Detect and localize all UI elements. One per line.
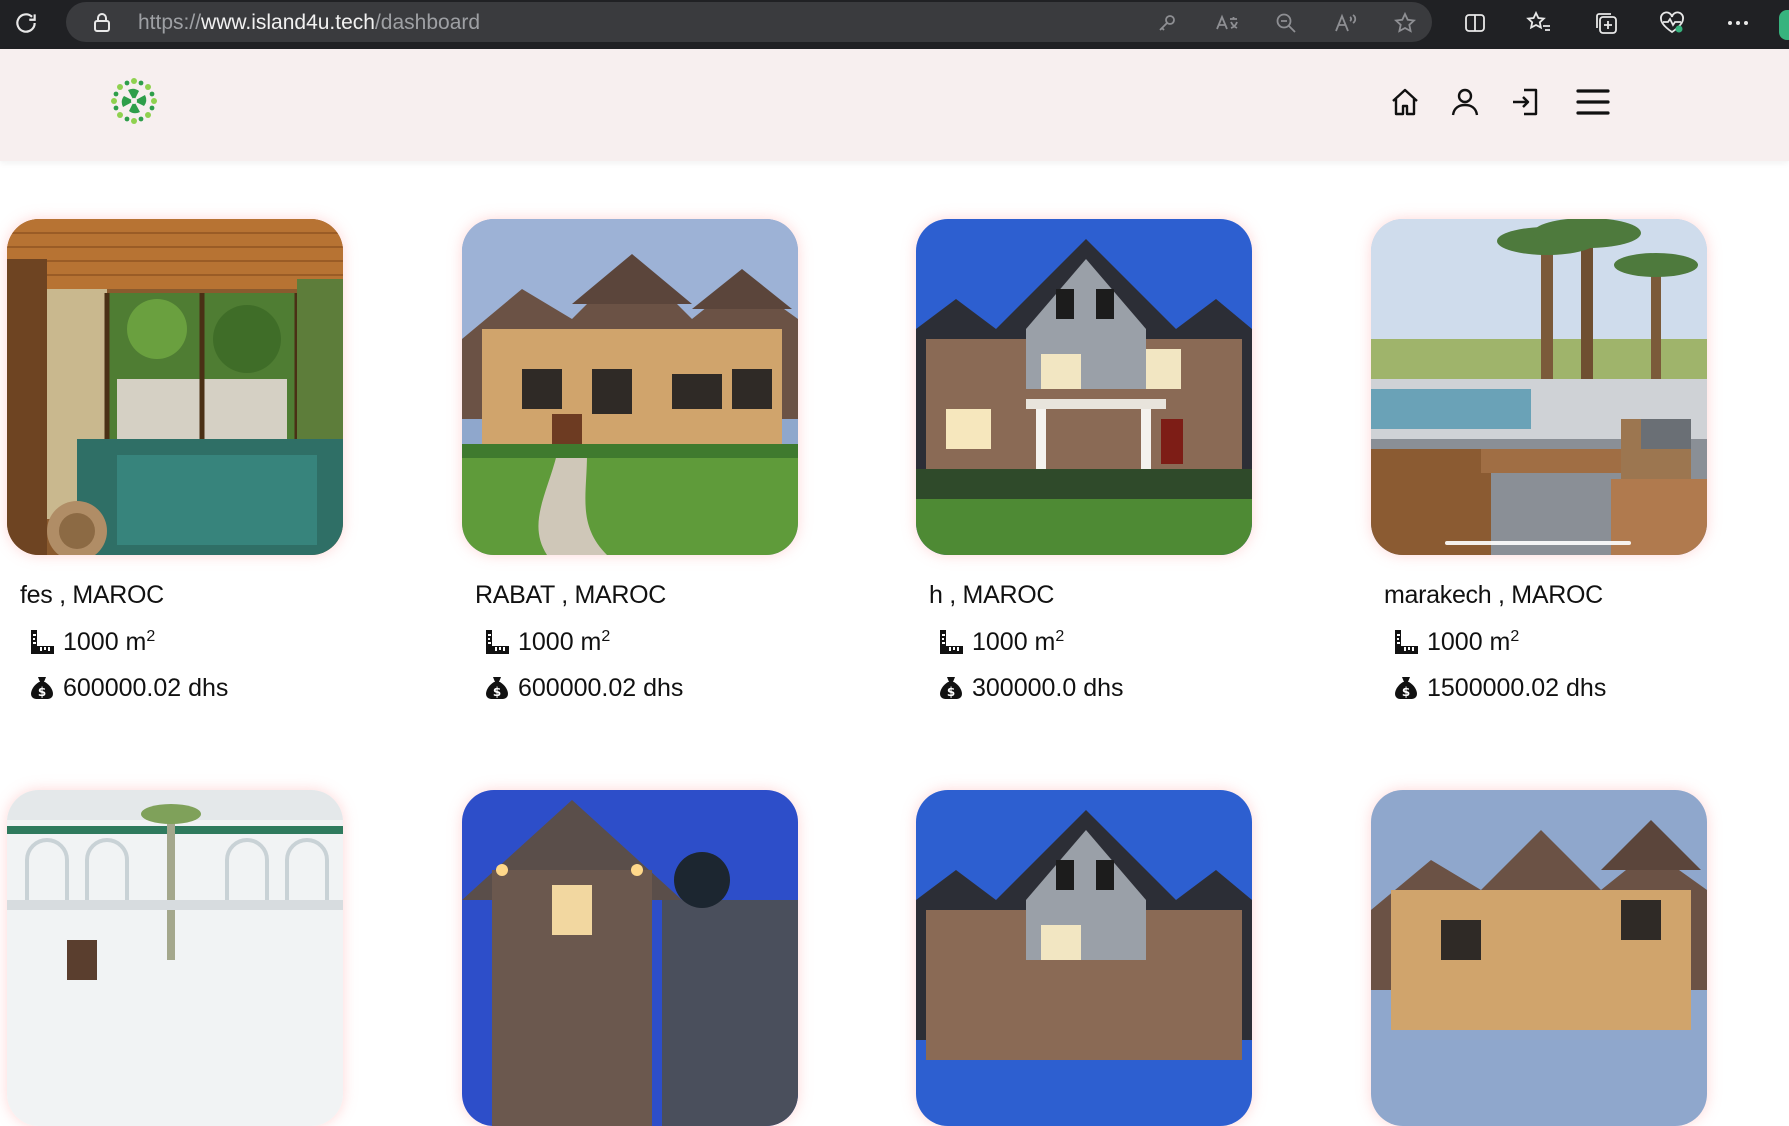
url-text[interactable]: https://www.island4u.tech/dashboard: [138, 11, 480, 35]
property-location: RABAT , MAROC: [475, 581, 667, 609]
property-image[interactable]: [1371, 790, 1707, 1126]
image-carousel-indicator[interactable]: [1445, 541, 1631, 545]
login-icon[interactable]: [1507, 83, 1545, 121]
url-host: www.island4u.tech: [201, 11, 375, 34]
area-unit-sup: 2: [146, 628, 156, 645]
property-image[interactable]: [7, 219, 343, 555]
property-price: $ 600000.02 dhs: [482, 673, 683, 703]
property-location: h , MAROC: [929, 581, 1055, 609]
property-image[interactable]: [1371, 219, 1707, 555]
more-options-icon[interactable]: [1722, 7, 1754, 39]
user-icon[interactable]: [1446, 83, 1484, 121]
svg-text:$: $: [493, 685, 501, 699]
area-value: 1000 m: [1427, 627, 1511, 656]
property-card[interactable]: [7, 790, 343, 1126]
browser-essentials-icon[interactable]: [1656, 7, 1688, 39]
property-price: $ 300000.0 dhs: [936, 673, 1124, 703]
property-area: 1000 m2: [482, 627, 610, 657]
area-unit-sup: 2: [1510, 628, 1520, 645]
property-card[interactable]: fes , MAROC 1000 m2 $ 600000.02 dhs: [7, 219, 343, 702]
home-icon[interactable]: [1386, 83, 1424, 121]
ruler-icon: [1391, 627, 1421, 657]
menu-icon[interactable]: [1574, 83, 1612, 121]
address-bar[interactable]: https://www.island4u.tech/dashboard: [66, 2, 1432, 42]
property-price: $ 1500000.02 dhs: [1391, 673, 1606, 703]
site-header: [0, 49, 1789, 161]
ruler-icon: [936, 627, 966, 657]
money-bag-icon: $: [482, 673, 512, 703]
price-value: 600000.02 dhs: [63, 673, 229, 702]
property-area: 1000 m2: [936, 627, 1064, 657]
lock-icon[interactable]: [92, 12, 112, 32]
favorites-icon[interactable]: [1523, 7, 1555, 39]
property-card[interactable]: [916, 790, 1252, 1126]
property-card[interactable]: [462, 790, 798, 1126]
price-value: 600000.02 dhs: [518, 673, 684, 702]
browser-toolbar: https://www.island4u.tech/dashboard: [0, 0, 1789, 49]
money-bag-icon: $: [1391, 673, 1421, 703]
property-image[interactable]: [916, 790, 1252, 1126]
svg-text:$: $: [1402, 685, 1410, 699]
property-image[interactable]: [916, 219, 1252, 555]
property-image[interactable]: [7, 790, 343, 1126]
price-value: 300000.0 dhs: [972, 673, 1124, 702]
ruler-icon: [27, 627, 57, 657]
split-screen-icon[interactable]: [1459, 7, 1491, 39]
reload-icon[interactable]: [10, 7, 42, 39]
sidebar-edge-icon[interactable]: [1779, 10, 1789, 40]
favorite-star-icon[interactable]: [1392, 10, 1418, 36]
property-card[interactable]: h , MAROC 1000 m2 $ 300000.0 dhs: [916, 219, 1252, 702]
property-location: fes , MAROC: [20, 581, 164, 609]
property-location: marakech , MAROC: [1384, 581, 1603, 609]
money-bag-icon: $: [936, 673, 966, 703]
property-card[interactable]: RABAT , MAROC 1000 m2 $ 600000.02 dhs: [462, 219, 798, 702]
area-value: 1000 m: [63, 627, 147, 656]
site-logo[interactable]: [110, 77, 158, 125]
svg-text:$: $: [947, 685, 955, 699]
property-area: 1000 m2: [27, 627, 155, 657]
svg-text:$: $: [38, 685, 46, 699]
key-icon[interactable]: [1154, 10, 1180, 36]
url-scheme: https://: [138, 11, 202, 34]
property-area: 1000 m2: [1391, 627, 1519, 657]
translate-icon[interactable]: [1214, 10, 1240, 36]
zoom-out-icon[interactable]: [1273, 10, 1299, 36]
area-unit-sup: 2: [1055, 628, 1065, 645]
collections-icon[interactable]: [1590, 7, 1622, 39]
read-aloud-icon[interactable]: [1333, 10, 1359, 36]
url-path: /dashboard: [374, 11, 481, 34]
property-image[interactable]: [462, 219, 798, 555]
area-value: 1000 m: [518, 627, 602, 656]
property-card[interactable]: marakech , MAROC 1000 m2 $ 1500000.02 dh…: [1371, 219, 1707, 702]
area-unit-sup: 2: [601, 628, 611, 645]
property-price: $ 600000.02 dhs: [27, 673, 228, 703]
ruler-icon: [482, 627, 512, 657]
property-image[interactable]: [462, 790, 798, 1126]
area-value: 1000 m: [972, 627, 1056, 656]
property-card[interactable]: [1371, 790, 1707, 1126]
price-value: 1500000.02 dhs: [1427, 673, 1607, 702]
money-bag-icon: $: [27, 673, 57, 703]
